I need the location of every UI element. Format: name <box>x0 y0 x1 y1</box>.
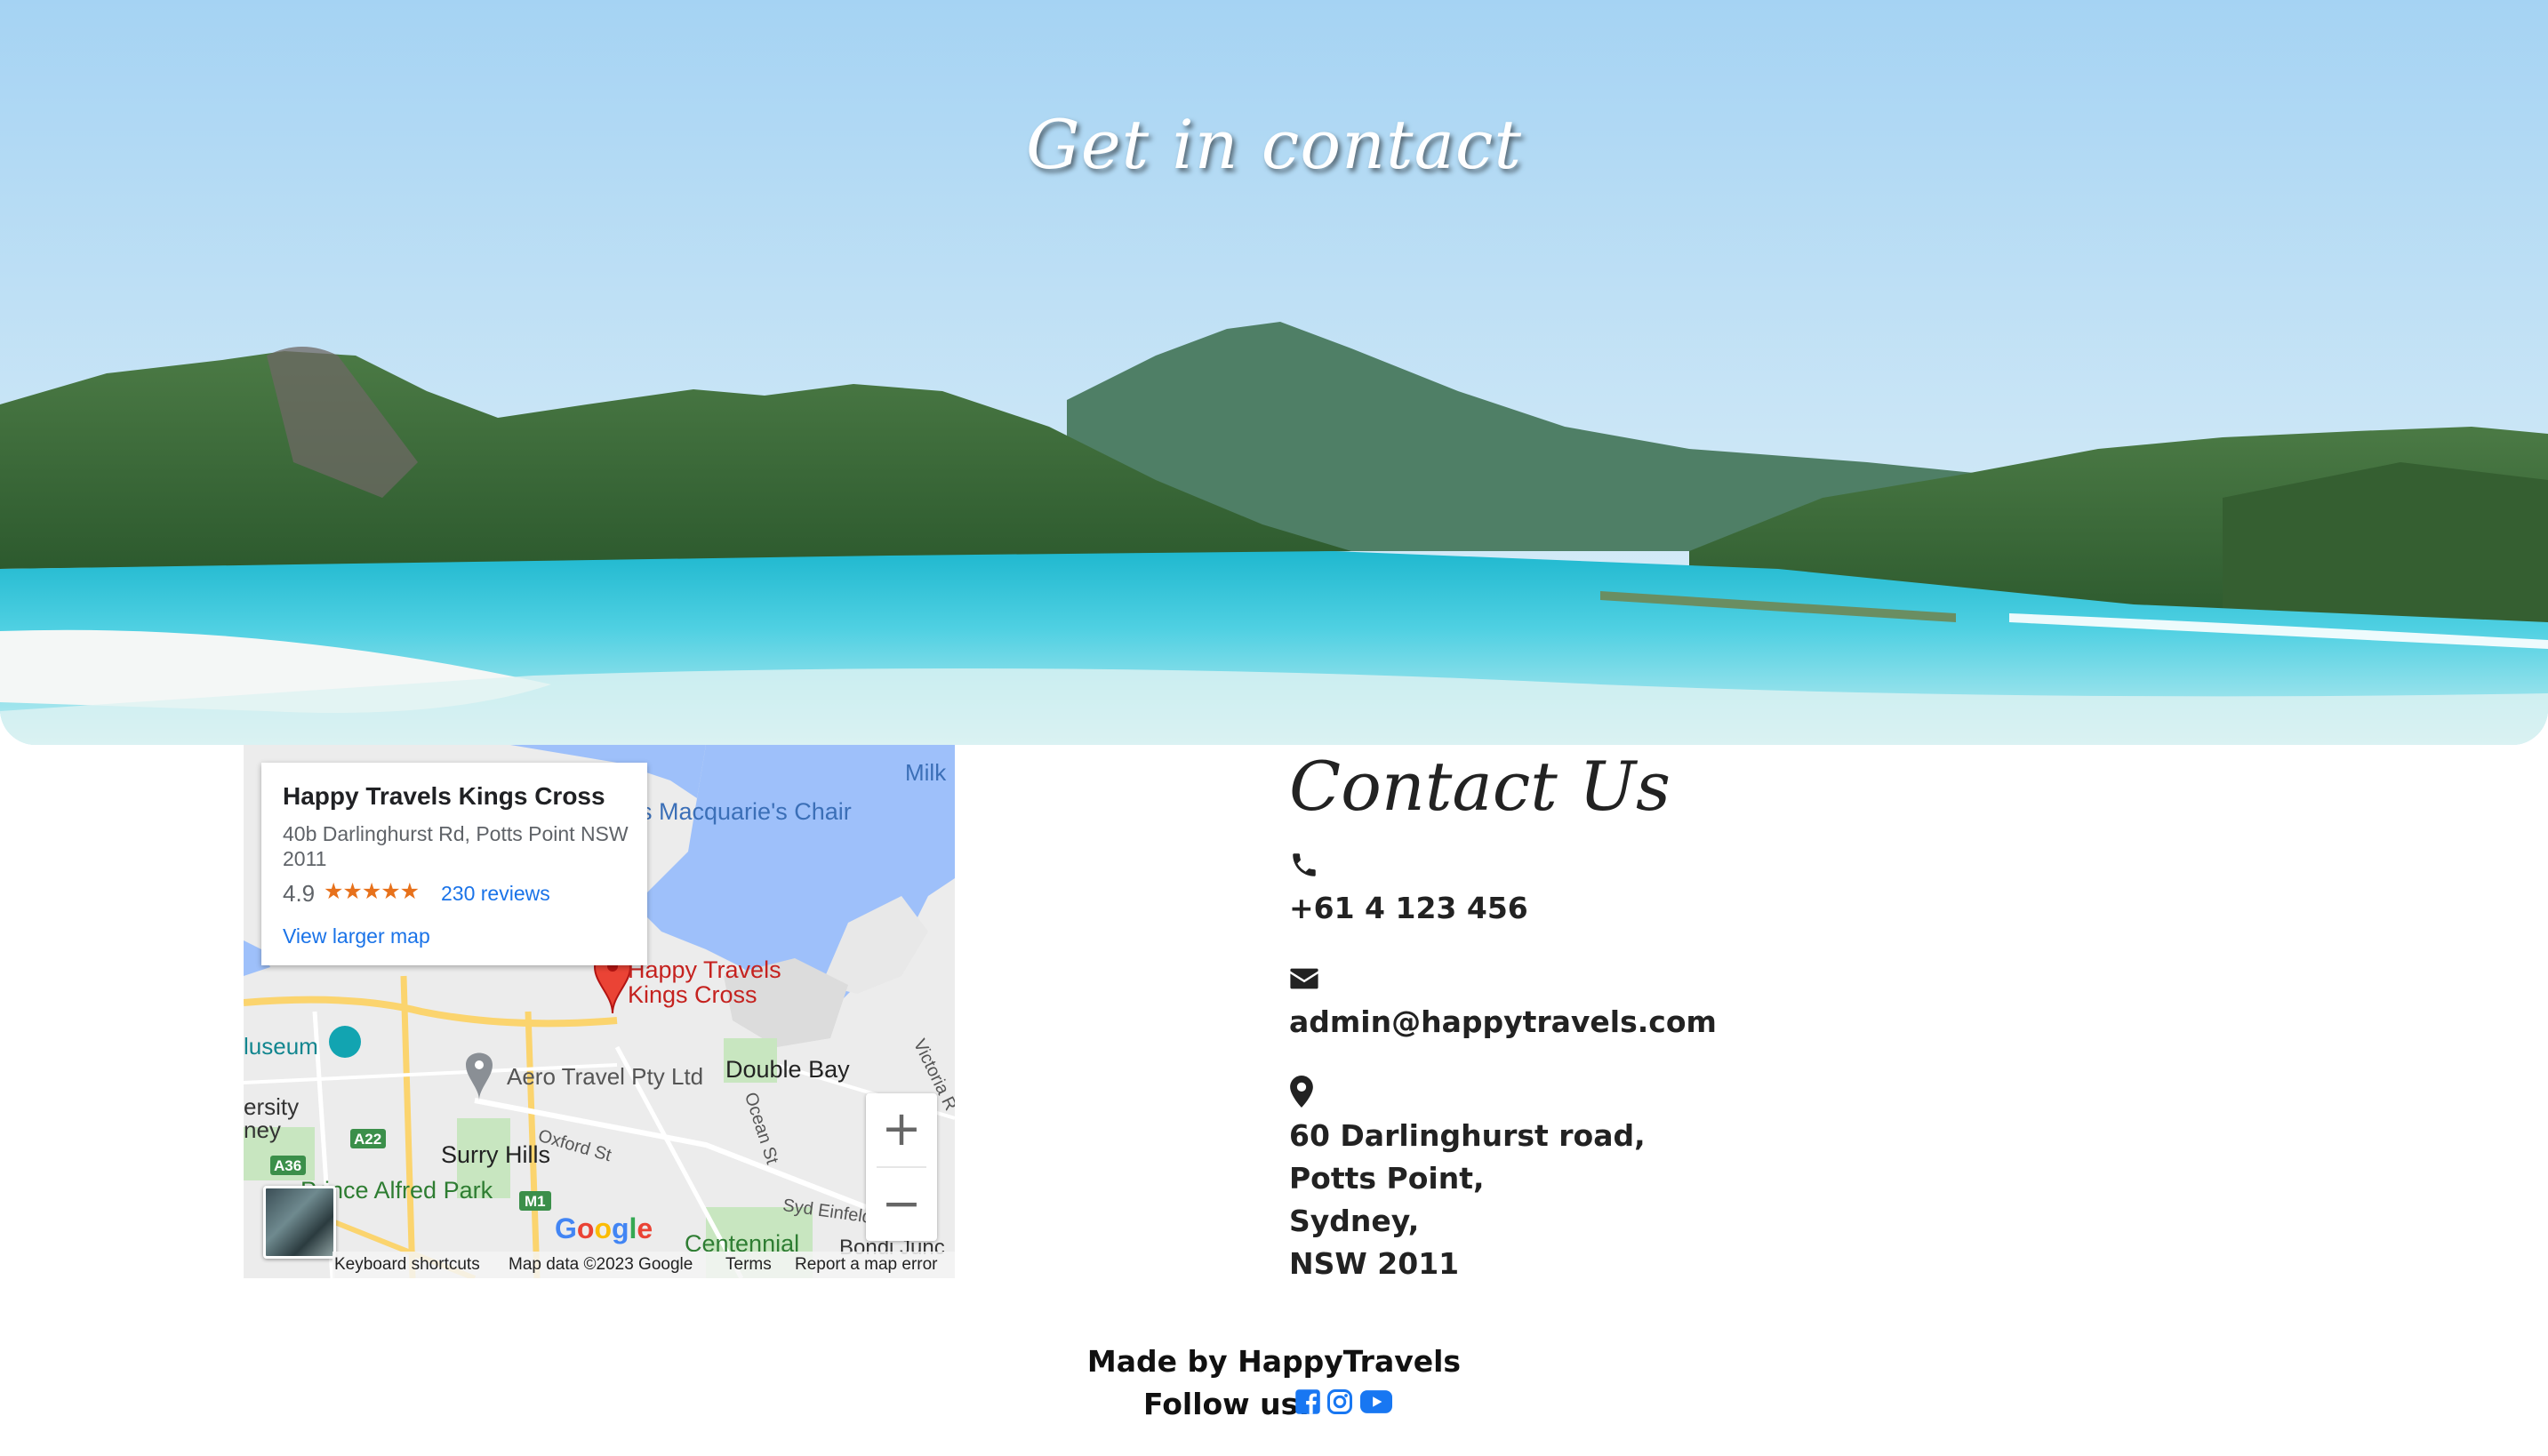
map-place-card: Happy Travels Kings Cross 40b Darlinghur… <box>261 763 647 965</box>
terms-link[interactable]: Terms <box>725 1255 772 1275</box>
road-badge-m1: M1 <box>525 1193 546 1210</box>
map-label-macquarie: s Macquarie's Chair <box>640 798 852 825</box>
satellite-toggle-thumbnail[interactable] <box>263 1186 336 1259</box>
map-label-museum: luseum <box>244 1033 318 1060</box>
zoom-out-button[interactable]: − <box>866 1168 937 1241</box>
map-attribution-bar: Keyboard shortcuts Map data ©2023 Google… <box>333 1252 955 1278</box>
report-error-link[interactable]: Report a map error <box>795 1255 938 1275</box>
map-zoom-controls: + − <box>866 1093 937 1241</box>
place-rating: 4.9 <box>283 880 316 907</box>
map-label-double-bay: Double Bay <box>725 1056 850 1083</box>
map-label-ney: ney <box>244 1116 281 1143</box>
contact-phone[interactable]: +61 4 123 456 <box>1289 887 1528 930</box>
envelope-icon <box>1290 968 1318 989</box>
map-marker-icon <box>1290 1076 1313 1108</box>
contact-address-line-4: NSW 2011 <box>1289 1246 1460 1281</box>
place-address: 40b Darlinghurst Rd, Potts Point NSW 201… <box>283 822 629 870</box>
hero-title: Get in contact <box>1025 105 1523 184</box>
youtube-icon[interactable] <box>1360 1388 1392 1415</box>
facebook-icon[interactable] <box>1294 1388 1321 1415</box>
hero-banner: Get in contact <box>0 0 2548 745</box>
zoom-in-button[interactable]: + <box>866 1093 937 1166</box>
contact-address-line-2: Potts Point, <box>1289 1161 1485 1196</box>
map-label-surry-hills: Surry Hills <box>441 1141 551 1168</box>
map-pin-label-1[interactable]: Happy Travels <box>628 956 781 984</box>
road-badge-a36: A36 <box>274 1157 302 1174</box>
contact-email[interactable]: admin@happytravels.com <box>1289 1001 1717 1044</box>
google-logo: Google <box>555 1212 653 1244</box>
instagram-icon[interactable] <box>1326 1388 1353 1415</box>
footer-follow-label: Follow us: <box>1143 1387 1310 1421</box>
contact-title: Contact Us <box>1289 747 1671 826</box>
reviews-link[interactable]: 230 reviews <box>441 882 550 906</box>
rating-stars-icon: ★★★★★ <box>324 879 420 904</box>
contact-address-line-1: 60 Darlinghurst road, <box>1289 1118 1646 1153</box>
keyboard-shortcuts-link[interactable]: Keyboard shortcuts <box>334 1255 480 1275</box>
google-map-embed[interactable]: Milk s Macquarie's Chair Happy Travels K… <box>244 745 955 1278</box>
phone-icon <box>1293 853 1316 876</box>
footer-made-by: Made by HappyTravels <box>1086 1344 1462 1379</box>
contact-address-line-3: Sydney, <box>1289 1204 1420 1238</box>
map-label-aero[interactable]: Aero Travel Pty Ltd <box>507 1063 703 1091</box>
view-larger-map-link[interactable]: View larger map <box>283 924 430 948</box>
road-badge-a22: A22 <box>354 1131 382 1148</box>
place-name: Happy Travels Kings Cross <box>283 782 605 810</box>
map-data-text: Map data ©2023 Google <box>509 1255 693 1274</box>
map-pin-label-2[interactable]: Kings Cross <box>628 981 757 1009</box>
map-label-milk: Milk <box>905 759 947 786</box>
